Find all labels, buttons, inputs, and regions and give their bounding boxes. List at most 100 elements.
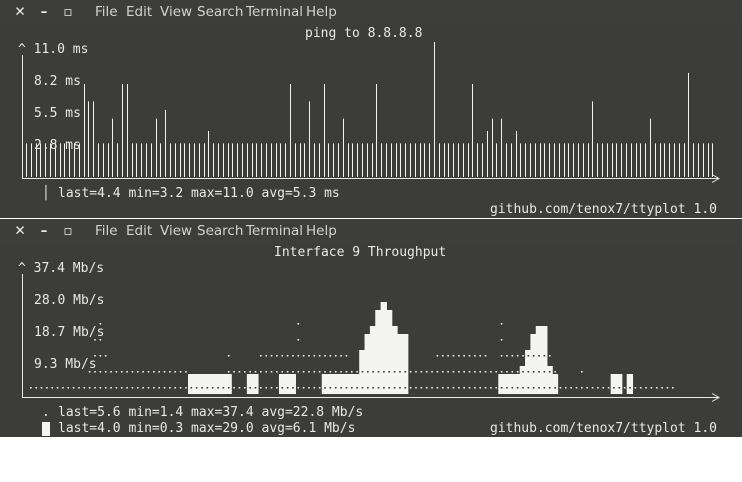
- titlebar: ✕ – ▫ File Edit View Search Terminal Hel…: [0, 219, 742, 244]
- throughput-out-dot: [522, 371, 524, 373]
- throughput-out-dot: [334, 387, 337, 389]
- close-icon[interactable]: ✕: [12, 223, 28, 239]
- menu-edit[interactable]: Edit: [126, 223, 152, 240]
- throughput-out-dot: [468, 355, 471, 357]
- throughput-out-dot: [222, 387, 225, 389]
- throughput-out-dot: [313, 355, 316, 357]
- throughput-out-dot: [447, 371, 449, 373]
- menu-terminal[interactable]: Terminal: [246, 4, 303, 21]
- throughput-out-dot: [361, 371, 364, 373]
- throughput-out-dot: [447, 387, 449, 389]
- throughput-out-dot: [308, 355, 310, 357]
- throughput-out-dot: [613, 387, 615, 389]
- throughput-out-dot: [131, 371, 134, 373]
- throughput-out-dot: [458, 355, 460, 357]
- maximize-icon[interactable]: ▫: [60, 4, 76, 20]
- throughput-out-dot: [404, 387, 407, 389]
- credit-text: github.com/tenox7/ttyplot 1.0: [490, 202, 717, 217]
- minimize-icon[interactable]: –: [36, 223, 52, 239]
- throughput-out-dot: [286, 387, 289, 389]
- throughput-out-dot: [190, 387, 193, 389]
- throughput-out-dot: [142, 371, 144, 373]
- terminal-area[interactable]: ping to 8.8.8.8 ^ 11.0 ms 8.2 ms 5.5 ms …: [0, 25, 742, 218]
- throughput-out-dot: [88, 387, 91, 389]
- throughput-out-dot: [142, 387, 144, 389]
- throughput-out-dot: [463, 371, 465, 373]
- throughput-out-dot: [484, 355, 487, 357]
- throughput-out-dot: [479, 355, 481, 357]
- throughput-out-dot: [163, 387, 166, 389]
- menu-view[interactable]: View: [160, 4, 192, 21]
- throughput-in-bar: [616, 374, 623, 394]
- throughput-out-dot: [158, 387, 160, 389]
- menu-search[interactable]: Search: [197, 4, 243, 21]
- throughput-out-dot: [506, 387, 508, 389]
- legend-bar-icon: │: [42, 186, 50, 201]
- throughput-out-dot: [286, 355, 289, 357]
- throughput-out-dot: [404, 371, 407, 373]
- throughput-out-dot: [441, 387, 444, 389]
- throughput-out-dot: [367, 371, 369, 373]
- throughput-out-dot: [308, 387, 310, 389]
- throughput-out-dot: [559, 387, 562, 389]
- throughput-out-dot: [532, 387, 535, 389]
- menu-terminal[interactable]: Terminal: [246, 223, 303, 240]
- menu-file[interactable]: File: [95, 223, 118, 240]
- throughput-out-dot: [244, 387, 246, 389]
- throughput-out-dot: [607, 387, 610, 389]
- throughput-out-dot: [174, 371, 177, 373]
- stats-text: last=4.4 min=3.2 max=11.0 avg=5.3 ms: [58, 186, 340, 201]
- throughput-out-dot: [265, 387, 267, 389]
- throughput-out-dot: [629, 387, 631, 389]
- menu-file[interactable]: File: [95, 4, 118, 21]
- menu-help[interactable]: Help: [306, 223, 337, 240]
- menu-view[interactable]: View: [160, 223, 192, 240]
- throughput-out-dot: [120, 387, 123, 389]
- throughput-out-dot: [313, 387, 316, 389]
- terminal-area[interactable]: Interface 9 Throughput ^ 37.4 Mb/s 28.0 …: [0, 244, 742, 437]
- throughput-out-dot: [372, 387, 374, 389]
- throughput-out-dot: [329, 371, 332, 373]
- throughput-out-dot: [431, 387, 433, 389]
- throughput-in-bar: [402, 334, 409, 394]
- maximize-icon[interactable]: ▫: [60, 223, 76, 239]
- menu-help[interactable]: Help: [306, 4, 337, 21]
- throughput-out-dot: [334, 355, 337, 357]
- throughput-out-dot: [532, 371, 535, 373]
- throughput-out-dot: [383, 371, 385, 373]
- throughput-out-dot: [153, 371, 155, 373]
- throughput-out-dot: [345, 371, 348, 373]
- minimize-icon[interactable]: –: [36, 4, 52, 20]
- throughput-out-dot: [340, 355, 342, 357]
- throughput-out-dot: [104, 387, 107, 389]
- throughput-out-dot: [313, 371, 316, 373]
- throughput-out-dot: [479, 387, 481, 389]
- close-icon[interactable]: ✕: [12, 4, 28, 20]
- y-tick-label: 9.3 Mb/s: [34, 357, 97, 372]
- throughput-out-dot: [548, 355, 551, 357]
- y-tick-label: 28.0 Mb/s: [34, 293, 105, 308]
- throughput-out-dot: [463, 387, 465, 389]
- throughput-out-dot: [137, 387, 139, 389]
- throughput-out-dot: [506, 355, 508, 357]
- throughput-out-dot: [201, 387, 203, 389]
- throughput-out-dot: [110, 387, 112, 389]
- menu-edit[interactable]: Edit: [126, 4, 152, 21]
- menu-search[interactable]: Search: [197, 223, 243, 240]
- throughput-out-dot: [179, 387, 182, 389]
- throughput-out-dot: [543, 355, 546, 357]
- y-tick-label: 18.7 Mb/s: [34, 325, 105, 340]
- throughput-out-dot: [169, 387, 171, 389]
- throughput-out-dot: [474, 387, 476, 389]
- throughput-out-dot: [281, 371, 284, 373]
- throughput-out-dot: [655, 387, 658, 389]
- throughput-out-dot: [169, 371, 171, 373]
- throughput-out-dot: [399, 371, 401, 373]
- throughput-out-dot: [329, 387, 332, 389]
- throughput-out-dot: [452, 387, 455, 389]
- throughput-in-bar: [551, 374, 559, 394]
- throughput-out-dot: [131, 387, 134, 389]
- throughput-out-dot: [420, 371, 423, 373]
- throughput-out-dot: [463, 355, 465, 357]
- stats-text: last=4.0 min=0.3 max=29.0 avg=6.1 Mb/s: [58, 421, 356, 436]
